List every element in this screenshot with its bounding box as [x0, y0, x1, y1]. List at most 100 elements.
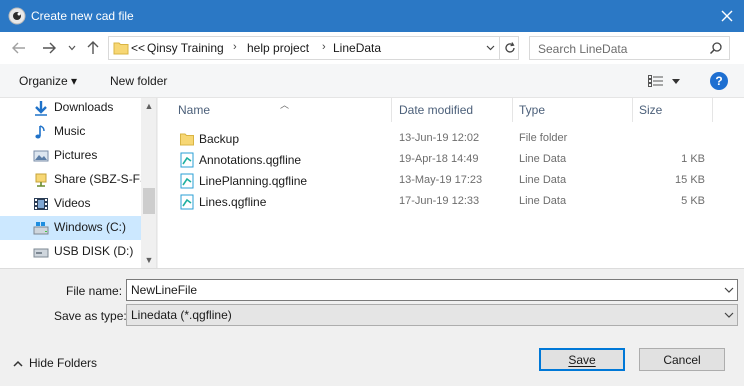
arrow-up-icon [87, 41, 99, 54]
chevron-up-icon [13, 360, 23, 367]
file-type: File folder [519, 132, 568, 144]
title-bar: Create new cad file [0, 0, 744, 32]
details-view-icon [648, 75, 663, 87]
navigation-pane: Downloads Music Pictures Share (SBZ-S-FS… [0, 98, 157, 268]
chevron-down-icon[interactable] [724, 283, 734, 297]
line-file-icon [180, 194, 194, 210]
save-type-value: Linedata (*.qgfline) [131, 308, 232, 322]
nav-item-windows-c[interactable]: Windows (C:) [0, 216, 141, 240]
arrow-left-icon [12, 42, 25, 54]
file-list: ︿ Name Date modified Type Size Backup 13… [158, 98, 744, 268]
column-divider[interactable] [712, 98, 713, 122]
videos-icon [34, 198, 48, 210]
up-button[interactable] [84, 40, 102, 56]
hide-folders-button[interactable]: Hide Folders [13, 356, 97, 370]
file-row[interactable]: Backup 13-Jun-19 12:02 File folder [158, 128, 744, 149]
file-size: 1 KB [681, 153, 705, 165]
download-icon [35, 101, 47, 116]
help-button[interactable]: ? [710, 72, 728, 90]
column-header-size[interactable]: Size [639, 98, 662, 122]
breadcrumb-item[interactable]: LineData [333, 41, 381, 55]
sort-ascending-icon: ︿ [280, 100, 290, 110]
file-name-label: File name: [66, 284, 123, 298]
line-file-icon [180, 152, 194, 168]
close-icon [721, 10, 733, 22]
file-type: Line Data [519, 195, 567, 207]
network-drive-icon [35, 173, 47, 187]
save-button[interactable]: Save [539, 348, 625, 371]
folder-icon [113, 42, 129, 55]
scroll-up-icon[interactable]: ▲ [141, 98, 156, 114]
nav-item-usb-d[interactable]: USB DISK (D:) [0, 240, 141, 264]
file-row[interactable]: LinePlanning.qgfline 13-May-19 17:23 Lin… [158, 170, 744, 191]
windows-drive-icon [33, 222, 49, 235]
save-type-select[interactable]: Linedata (*.qgfline) [126, 304, 738, 326]
line-file-icon [180, 173, 194, 189]
search-input[interactable]: Search LineData [529, 36, 730, 60]
caret-down-icon [672, 78, 680, 84]
help-icon: ? [715, 74, 723, 88]
nav-item-label: Downloads [54, 100, 114, 114]
hide-folders-label: Hide Folders [29, 356, 98, 370]
nav-scrollbar[interactable]: ▲ ▼ [141, 98, 156, 268]
recent-locations-button[interactable] [65, 40, 79, 56]
nav-item-pictures[interactable]: Pictures [0, 144, 141, 168]
scroll-thumb[interactable] [143, 188, 155, 214]
address-dropdown-button[interactable] [481, 37, 499, 59]
refresh-button[interactable] [499, 37, 519, 59]
change-view-button[interactable] [648, 73, 686, 89]
file-size: 15 KB [675, 174, 705, 186]
file-name: Backup [199, 132, 240, 146]
breadcrumb-item[interactable]: Qinsy Training [147, 41, 224, 55]
file-row[interactable]: Lines.qgfline 17-Jun-19 12:33 Line Data … [158, 191, 744, 212]
column-header-type[interactable]: Type [519, 98, 545, 122]
nav-item-videos[interactable]: Videos [0, 192, 141, 216]
file-date: 13-Jun-19 12:02 [399, 132, 480, 144]
search-icon [709, 42, 722, 55]
close-button[interactable] [710, 0, 744, 32]
column-divider[interactable] [512, 98, 513, 122]
file-name: Annotations.qgfline [199, 153, 302, 167]
nav-item-downloads[interactable]: Downloads [0, 98, 141, 120]
save-type-label: Save as type: [54, 309, 127, 323]
search-placeholder: Search LineData [538, 42, 628, 56]
file-date: 19-Apr-18 14:49 [399, 153, 479, 165]
file-row[interactable]: Annotations.qgfline 19-Apr-18 14:49 Line… [158, 149, 744, 170]
file-name: Lines.qgfline [199, 195, 267, 209]
chevron-down-icon [68, 45, 76, 51]
breadcrumb-item[interactable]: help project [247, 41, 309, 55]
forward-button[interactable] [40, 40, 58, 56]
nav-item-music[interactable]: Music [0, 120, 141, 144]
breadcrumb-overflow[interactable]: << [131, 41, 145, 55]
command-bar: Organize ▾ New folder ? [0, 64, 744, 98]
file-type: Line Data [519, 174, 567, 186]
scroll-down-icon[interactable]: ▼ [141, 252, 156, 268]
music-icon [35, 125, 45, 139]
cancel-button-label: Cancel [663, 352, 701, 367]
cancel-button[interactable]: Cancel [639, 348, 725, 371]
file-date: 17-Jun-19 12:33 [399, 195, 480, 207]
file-name-input[interactable]: NewLineFile [126, 279, 738, 301]
pictures-icon [33, 150, 49, 162]
nav-item-label: Music [54, 124, 86, 138]
refresh-icon [504, 42, 515, 53]
nav-item-share[interactable]: Share (SBZ-S-FS- [0, 168, 152, 192]
organize-button[interactable]: Organize ▾ [19, 74, 77, 88]
chevron-down-icon [486, 45, 494, 51]
breadcrumb-separator-icon[interactable]: › [322, 41, 326, 53]
column-header-name[interactable]: Name [178, 98, 210, 122]
new-folder-button[interactable]: New folder [110, 74, 167, 88]
chevron-down-icon [724, 312, 734, 318]
nav-item-label: Videos [54, 196, 91, 210]
arrow-right-icon [43, 42, 56, 54]
window-title: Create new cad file [31, 9, 134, 23]
column-header-date[interactable]: Date modified [399, 98, 473, 122]
back-button[interactable] [10, 40, 28, 56]
save-button-label: Save [568, 352, 596, 367]
address-bar[interactable]: << Qinsy Training › help project › LineD… [108, 36, 519, 60]
nav-item-label: Pictures [54, 148, 98, 162]
breadcrumb-separator-icon[interactable]: › [233, 41, 237, 53]
column-divider[interactable] [632, 98, 633, 122]
column-divider[interactable] [391, 98, 392, 122]
app-icon [8, 7, 26, 25]
